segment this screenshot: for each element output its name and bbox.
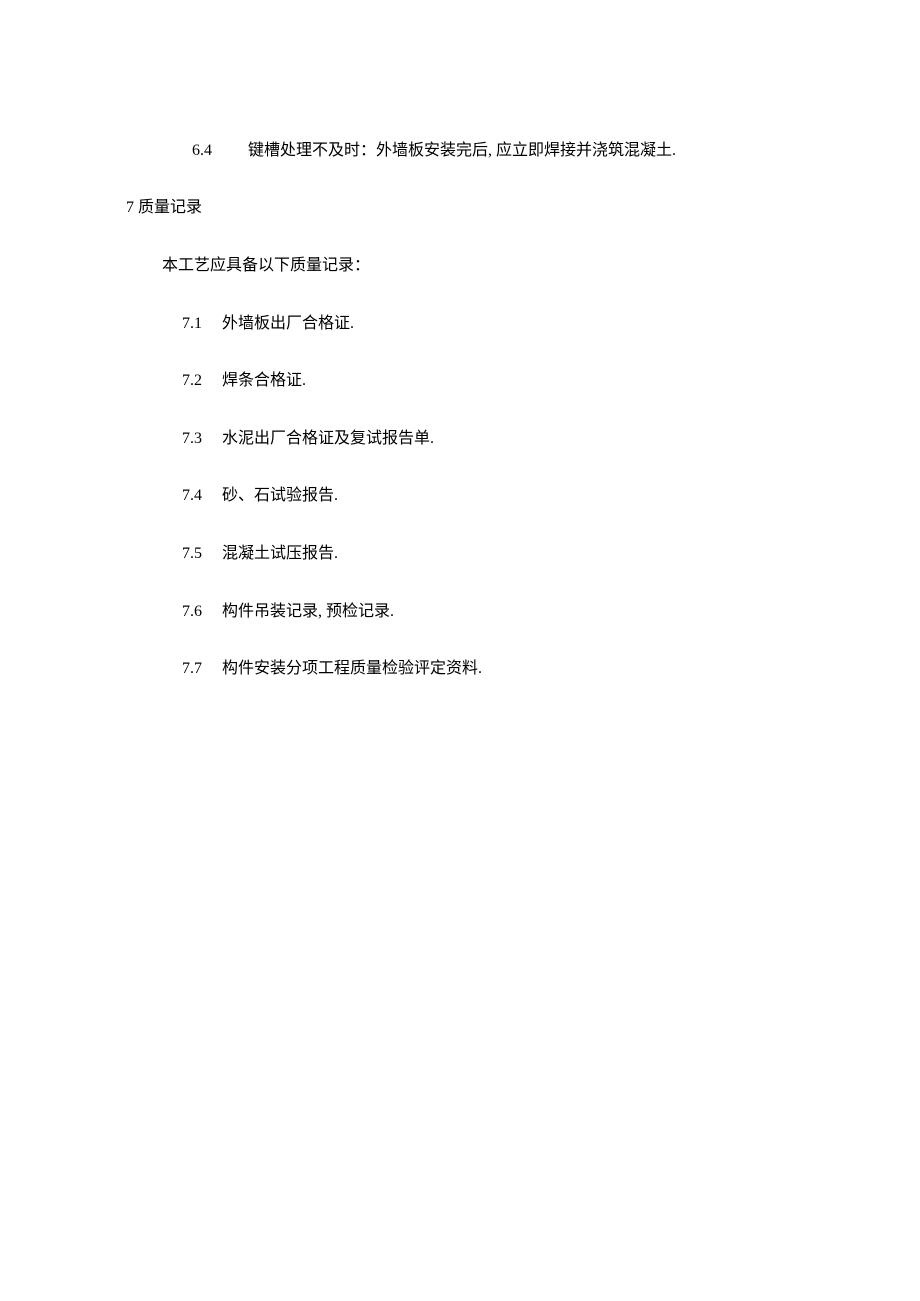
- item-7-2-num: 7.2: [182, 367, 222, 396]
- item-7-7-num: 7.7: [182, 655, 222, 684]
- item-7-3-text: 水泥出厂合格证及复试报告单.: [222, 430, 434, 447]
- item-7-1-num: 7.1: [182, 310, 222, 339]
- item-7-6-text: 构件吊装记录, 预检记录.: [222, 603, 394, 620]
- section-7-num: 7: [126, 199, 134, 216]
- item-7-7-text: 构件安装分项工程质量检验评定资料.: [222, 660, 482, 677]
- item-7-5-text: 混凝土试压报告.: [222, 545, 338, 562]
- line-6-4-num: 6.4: [192, 137, 248, 166]
- section-7-intro: 本工艺应具备以下质量记录：: [118, 223, 802, 281]
- item-7-6-num: 7.6: [182, 598, 222, 627]
- item-7-4-num: 7.4: [182, 482, 222, 511]
- item-7-1-text: 外墙板出厂合格证.: [222, 315, 354, 332]
- item-7-6: 7.6构件吊装记录, 预检记录.: [118, 569, 802, 627]
- intro-text: 本工艺应具备以下质量记录：: [162, 257, 370, 274]
- section-7: 7 质量记录: [118, 166, 802, 224]
- item-7-5-num: 7.5: [182, 540, 222, 569]
- item-7-7: 7.7构件安装分项工程质量检验评定资料.: [118, 626, 802, 684]
- item-7-4-text: 砂、石试验报告.: [222, 487, 338, 504]
- item-7-5: 7.5混凝土试压报告.: [118, 511, 802, 569]
- section-7-title: 质量记录: [134, 199, 202, 216]
- item-7-3: 7.3水泥出厂合格证及复试报告单.: [118, 396, 802, 454]
- line-6-4: 6.4键槽处理不及时：外墙板安装完后, 应立即焊接并浇筑混凝土.: [118, 108, 802, 166]
- item-7-4: 7.4砂、石试验报告.: [118, 454, 802, 512]
- item-7-2: 7.2焊条合格证.: [118, 338, 802, 396]
- item-7-3-num: 7.3: [182, 425, 222, 454]
- item-7-1: 7.1外墙板出厂合格证.: [118, 281, 802, 339]
- line-6-4-text: 键槽处理不及时：外墙板安装完后, 应立即焊接并浇筑混凝土.: [248, 142, 676, 159]
- item-7-2-text: 焊条合格证.: [222, 372, 306, 389]
